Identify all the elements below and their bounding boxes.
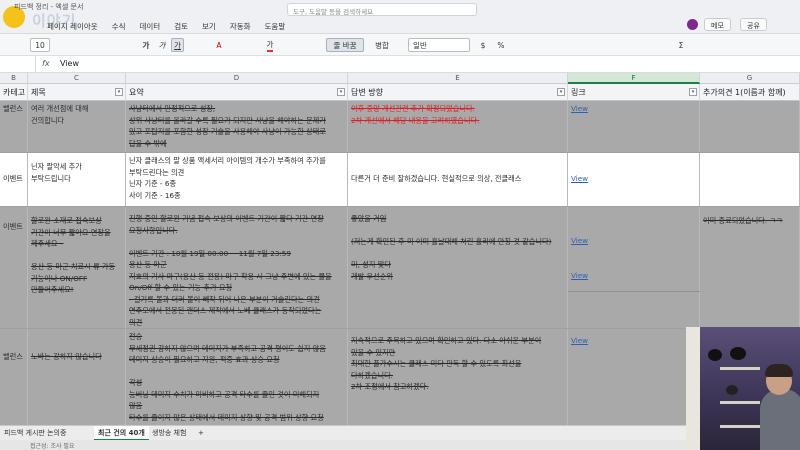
cell-answer[interactable]: 좋았을 거임 (저는게 확인된 후 미 이미 흘날대해 처린 흘리에 만칭 것 … [348,207,568,328]
header-category: 카테고리 [0,84,28,101]
filter-dropdown-icon[interactable]: ▾ [689,88,697,96]
menu-review[interactable]: 검토 [167,21,195,32]
table-header-row: 카테고리 제목▾ 요약▾ 답변 방향▾ 링크▾ 추가의견 1(이름과 함께) [0,84,800,101]
font-color-icon[interactable]: A [214,38,224,52]
cell-divider [568,291,700,292]
filter-dropdown-icon[interactable]: ▾ [557,88,565,96]
cell-summary[interactable]: 진행 중인 할로윈 기념 접속 보상의 이벤트 기간이 짧다 기간 연장 요청사… [126,207,348,328]
menu-bar: 페이지 레이아웃 수식 데이터 검토 보기 자동화 도움말 [40,21,292,32]
shelf [720,367,760,370]
column-d-header[interactable]: D [126,73,348,84]
menu-help[interactable]: 도움말 [258,21,293,32]
header-summary: 요약 ▾ [126,84,348,101]
percent-button[interactable]: % [496,38,506,52]
wrap-text-button[interactable]: 줄 바꿈 [326,38,364,52]
spreadsheet-grid: 밸런스 여러 개선점에 대해 건의합니다 사냥터에서 안정적으로 성장, 상위 사… [0,101,800,425]
cell-link[interactable]: View View [568,207,700,328]
column-e-header[interactable]: E [348,73,568,84]
number-format-select[interactable]: 일반 [408,38,470,52]
formula-input[interactable]: View [60,59,79,68]
cap-icon [730,347,746,360]
comments-button[interactable]: 메모 [704,18,731,31]
menu-page-layout[interactable]: 페이지 레이아웃 [40,21,105,32]
filter-dropdown-icon[interactable]: ▾ [337,88,345,96]
fx-icon: fx [42,59,50,68]
currency-button[interactable]: $ [478,38,488,52]
table-row: 밸런스 노바는 강하지 않습니다 전승 무세정권 강하지 않으며 데미지가 부족… [0,329,800,425]
search-input[interactable]: 도구, 도움말 등을 검색하세요 [287,3,477,16]
tab-feedback-board[interactable]: 피드백 게시판 논의중 [0,426,70,441]
user-avatar[interactable] [687,19,698,30]
header-answer: 답변 방향 ▾ [348,84,568,101]
filter-dropdown-icon[interactable]: ▾ [115,88,123,96]
cell-link[interactable]: View [568,153,700,206]
italic-button[interactable]: 가 [156,38,168,52]
bold-button[interactable]: 가 [140,38,152,52]
cell-category[interactable]: 이벤트 [0,153,28,206]
cell-extra[interactable]: 이미 종료되었습니다. ㅋㅋ [700,207,800,328]
cell-answer[interactable]: 지속적으로 주목하고 있으며 확인하고 있다. 다소 아쉬운 부분이 있을 수 … [348,329,568,425]
cell-title[interactable]: 노바는 강하지 않습니다 [28,329,126,425]
menu-data[interactable]: 데이터 [133,21,168,32]
cell-link[interactable]: View [568,101,700,152]
cell-title[interactable]: 닌자 팔악세 추가 부탁드립니다 [28,153,126,206]
webcam-wall-edge [686,327,700,450]
cell-category[interactable]: 이벤트 [0,207,28,328]
cell-title[interactable]: 할로윈 소재로 접속보상 기간이 너무 짧아요 연장을 제주세요~ 용산 등 마… [28,207,126,328]
cell-answer[interactable]: 다른거 더 준비 잘하겠습니다. 현실적으로 의상, 전클래스 [348,153,568,206]
column-g-header[interactable]: G [700,73,800,84]
tab-recent-40[interactable]: 최근 건의 40개 [94,426,149,441]
font-size-select[interactable]: 10 [30,38,50,52]
column-b-header[interactable]: B [0,73,28,84]
menu-view[interactable]: 보기 [195,21,223,32]
cap-icon [726,385,738,395]
cap-icon [708,349,722,361]
menu-automate[interactable]: 자동화 [223,21,258,32]
autosum-button[interactable]: Σ [676,38,686,52]
column-c-header[interactable]: C [28,73,126,84]
ribbon-toolbar: 10 가 가 가 A 가 줄 바꿈 병합 일반 $ % Σ [0,34,800,56]
tab-live-experience[interactable]: 생방송 체험 [148,426,190,441]
header-title: 제목 ▾ [28,84,126,101]
status-bar: 접근성: 조사 필요 [0,440,800,450]
streamer-body [760,389,800,450]
merge-button[interactable]: 병합 [368,38,396,52]
cell-category[interactable]: 밸런스 [0,101,28,152]
column-f-header[interactable]: F [568,73,700,84]
cell-extra[interactable] [700,101,800,152]
shelf [720,425,760,428]
formula-bar: fx View [0,56,800,73]
share-button[interactable]: 공유 [740,18,767,31]
table-row: 이벤트 닌자 팔악세 추가 부탁드립니다 닌자 클래스의 팔 상품 액세서리 아이… [0,153,800,207]
sheet-tab-bar: 피드백 게시판 논의중 최근 건의 40개 생방송 체험 + [0,425,800,441]
underline-button[interactable]: 가 [171,38,184,52]
cell-title[interactable]: 여러 개선점에 대해 건의합니다 [28,101,126,152]
cell-summary[interactable]: 전승 무세정권 강하지 않으며 데미지가 부족하고 공격 평이도 쉽지 않음 데… [126,329,348,425]
cell-category[interactable]: 밸런스 [0,329,28,425]
cell-link[interactable]: View [568,329,700,425]
header-link: 링크 ▾ [568,84,700,101]
webcam-overlay [686,327,800,450]
add-sheet-button[interactable]: + [194,426,208,441]
font-color-red-icon[interactable]: 가 [265,38,275,52]
status-text: 접근성: 조사 필요 [30,443,75,450]
cell-summary[interactable]: 사냥터에서 안정적으로 성장, 상위 사냥터를 올라갈 수록 필요가 되지만 사… [126,101,348,152]
cell-answer[interactable]: 이후 중앙 개선관련 추가 확정되었습니다. 2차 개선에서 해당 내용을 고려… [348,101,568,152]
header-extra-opinion: 추가의견 1(이름과 함께) [700,84,800,101]
table-row: 밸런스 여러 개선점에 대해 건의합니다 사냥터에서 안정적으로 성장, 상위 사… [0,101,800,153]
table-row: 이벤트 할로윈 소재로 접속보상 기간이 너무 짧아요 연장을 제주세요~ 용산… [0,207,800,329]
name-box[interactable] [0,56,36,72]
cell-summary[interactable]: 닌자 클래스의 팔 상품 액세서리 아이템의 개수가 부족하여 추가를 부탁드린… [126,153,348,206]
title-bar: 피드백 정리 - 엑셀 문서 이야기 도구, 도움말 등을 검색하세요 페이지 … [0,0,800,34]
column-headers: B C D E F G [0,73,800,84]
shelf [720,401,760,404]
cell-extra[interactable] [700,153,800,206]
streamer-hair [765,364,793,377]
menu-formulas[interactable]: 수식 [105,21,133,32]
